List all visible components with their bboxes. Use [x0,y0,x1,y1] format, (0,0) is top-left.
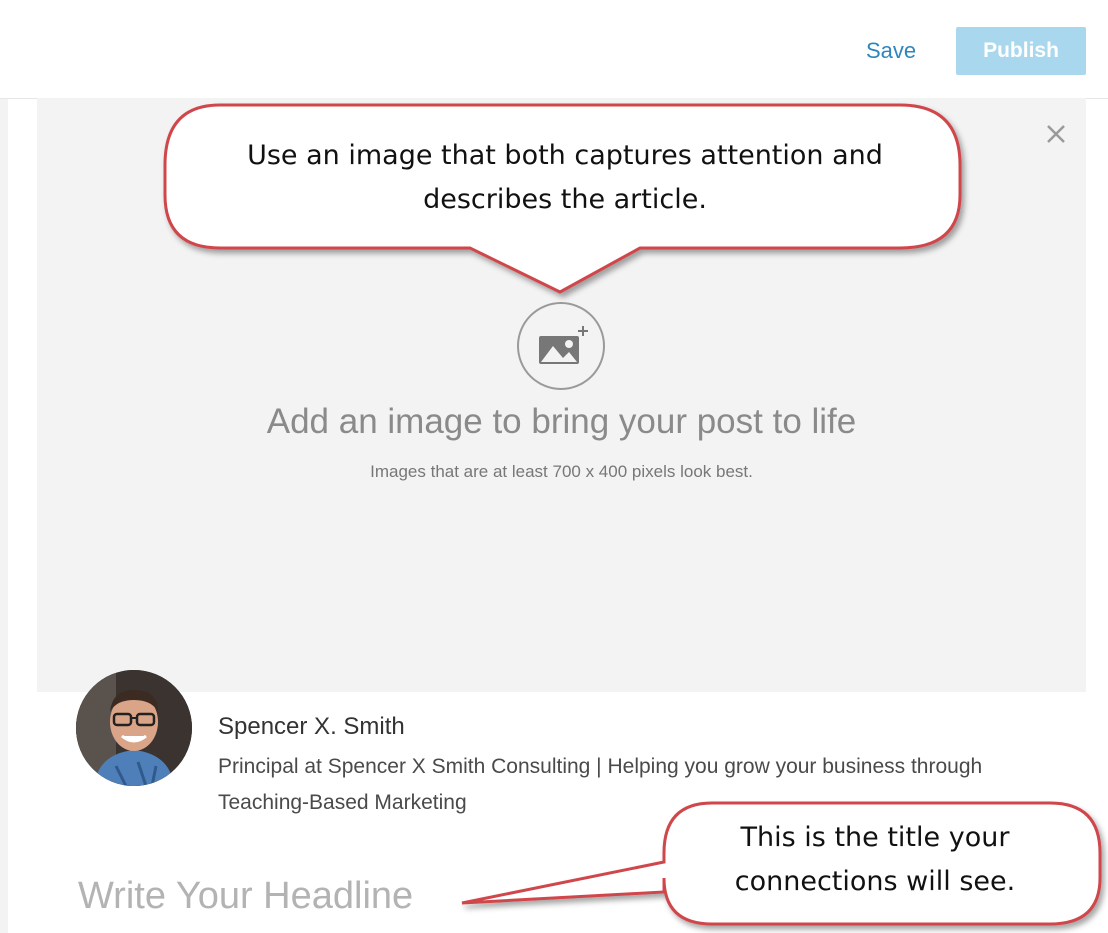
editor-toolbar: Save Publish [0,0,1108,99]
add-image-title: Add an image to bring your post to life [266,402,857,441]
publish-button[interactable]: Publish [956,27,1086,75]
close-icon[interactable] [1042,120,1070,148]
avatar [76,670,192,786]
headline-input[interactable]: Write Your Headline [78,875,413,918]
add-image-subtitle: Images that are at least 700 x 400 pixel… [370,462,753,481]
author-headline: Principal at Spencer X Smith Consulting … [218,755,983,814]
image-plus-icon [539,326,588,364]
image-tip-callout: Use an image that both captures attentio… [247,140,883,215]
window-edge [0,0,8,933]
save-button[interactable]: Save [866,38,916,64]
add-image-button[interactable] [517,302,605,390]
author-name: Spencer X. Smith [218,713,405,740]
headline-tip-callout: This is the title your connections will … [734,822,1016,897]
